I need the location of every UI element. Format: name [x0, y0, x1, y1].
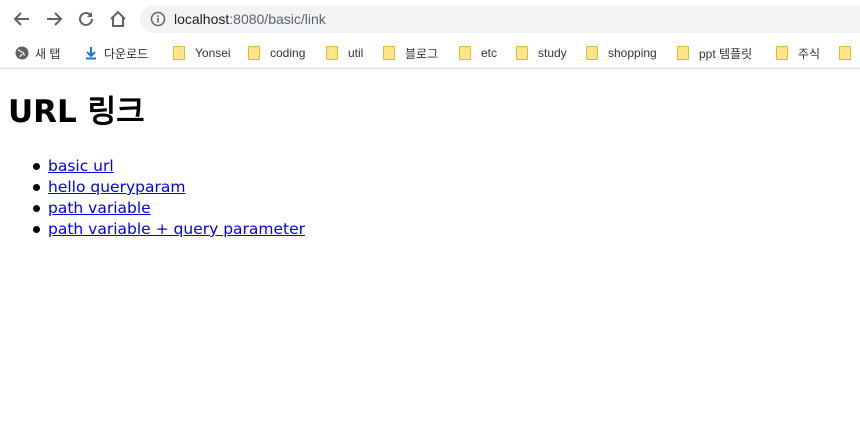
download-icon [86, 47, 96, 60]
list-item: basic url [32, 156, 305, 177]
home-button[interactable] [105, 6, 131, 32]
address-bar[interactable]: localhost:8080/basic/link [140, 5, 860, 33]
folder-icon [173, 46, 185, 60]
url-path: :8080/basic/link [229, 11, 326, 27]
folder-icon [383, 46, 395, 60]
bookmark-label: study [538, 46, 567, 60]
arrow-right-icon [47, 12, 63, 26]
bookmark-folder-util[interactable]: util [326, 38, 363, 68]
bookmark-folder-stocks[interactable]: 주식 [776, 38, 820, 68]
bookmark-new-tab[interactable]: 새 탭 [15, 38, 60, 68]
bookmark-folder-etc[interactable]: etc [459, 38, 497, 68]
page-title: URL 링크 [8, 94, 145, 130]
reload-icon [79, 11, 93, 26]
arrow-left-icon [13, 12, 29, 26]
link-list: basic url hello queryparam path variable… [0, 156, 305, 240]
bookmark-label: 주식 [798, 46, 821, 61]
home-icon [110, 10, 126, 27]
reload-button[interactable] [73, 6, 99, 32]
bookmark-label: util [348, 46, 364, 60]
folder-icon [677, 46, 689, 60]
folder-icon [586, 46, 598, 60]
bookmark-label: ppt 템플릿 [699, 46, 753, 61]
bookmark-label: coding [270, 46, 306, 60]
folder-icon [326, 46, 338, 60]
bookmark-folder-study[interactable]: study [516, 38, 567, 68]
link-path-variable-query-parameter[interactable]: path variable + query parameter [48, 220, 305, 238]
bookmark-label: 블로그 [405, 46, 439, 61]
folder-icon [516, 46, 528, 60]
bookmark-folder-overflow[interactable] [839, 38, 860, 68]
back-button[interactable] [9, 6, 35, 32]
forward-button[interactable] [41, 6, 67, 32]
bookmark-downloads[interactable]: 다운로드 [84, 38, 148, 68]
bookmarks-bar: 새 탭 다운로드 Yonsei coding util 블로그 etc stud… [0, 38, 860, 69]
bookmark-label: 새 탭 [35, 46, 61, 61]
bookmark-folder-blog[interactable]: 블로그 [383, 38, 438, 68]
url-text[interactable]: localhost:8080/basic/link [174, 5, 326, 33]
folder-icon [839, 46, 851, 60]
link-basic-url[interactable]: basic url [48, 157, 114, 175]
folder-icon [776, 46, 788, 60]
folder-icon [459, 46, 471, 60]
list-item: path variable [32, 198, 305, 219]
bookmark-label: Yonsei [195, 46, 231, 60]
folder-icon [248, 46, 260, 60]
list-item: path variable + query parameter [32, 219, 305, 240]
browser-toolbar: localhost:8080/basic/link [0, 0, 860, 38]
url-host: localhost [174, 11, 230, 27]
globe-icon [15, 46, 29, 60]
bookmark-folder-shopping[interactable]: shopping [586, 38, 657, 68]
bookmark-label: 다운로드 [104, 46, 149, 61]
list-item: hello queryparam [32, 177, 305, 198]
info-icon[interactable] [150, 11, 166, 27]
bookmark-folder-coding[interactable]: coding [248, 38, 305, 68]
link-path-variable[interactable]: path variable [48, 199, 151, 217]
link-hello-queryparam[interactable]: hello queryparam [48, 178, 185, 196]
bookmark-folder-ppt-template[interactable]: ppt 템플릿 [677, 38, 752, 68]
bookmark-label: shopping [608, 46, 657, 60]
bookmark-label: etc [481, 46, 498, 60]
bookmark-folder-yonsei[interactable]: Yonsei [173, 38, 231, 68]
